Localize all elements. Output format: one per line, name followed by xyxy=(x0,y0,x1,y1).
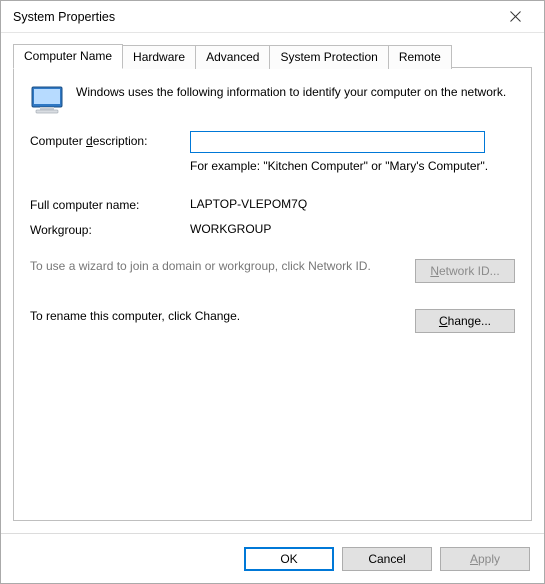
intro-row: Windows uses the following information t… xyxy=(30,84,515,115)
tab-system-protection[interactable]: System Protection xyxy=(269,45,388,69)
network-id-button[interactable]: Network ID... xyxy=(415,259,515,283)
rename-text: To rename this computer, click Change. xyxy=(30,309,415,325)
description-input[interactable] xyxy=(190,131,485,153)
tabstrip: Computer Name Hardware Advanced System P… xyxy=(1,33,544,68)
close-button[interactable] xyxy=(494,3,536,31)
full-computer-name-label: Full computer name: xyxy=(30,195,190,212)
row-full-computer-name: Full computer name: LAPTOP-VLEPOM7Q xyxy=(30,195,515,212)
tab-panel-wrap: Windows uses the following information t… xyxy=(1,68,544,533)
dialog-button-bar: OK Cancel Apply xyxy=(1,533,544,583)
close-icon xyxy=(510,11,521,22)
computer-icon xyxy=(30,85,64,115)
workgroup-value: WORKGROUP xyxy=(190,220,515,236)
row-workgroup: Workgroup: WORKGROUP xyxy=(30,220,515,237)
full-computer-name-value: LAPTOP-VLEPOM7Q xyxy=(190,195,515,211)
row-network-id: To use a wizard to join a domain or work… xyxy=(30,259,515,283)
ok-button[interactable]: OK xyxy=(244,547,334,571)
system-properties-window: System Properties Computer Name Hardware… xyxy=(0,0,545,584)
workgroup-label: Workgroup: xyxy=(30,220,190,237)
titlebar: System Properties xyxy=(1,1,544,33)
intro-text: Windows uses the following information t… xyxy=(76,84,515,100)
apply-button[interactable]: Apply xyxy=(440,547,530,571)
cancel-button[interactable]: Cancel xyxy=(342,547,432,571)
window-title: System Properties xyxy=(13,10,494,24)
network-id-text: To use a wizard to join a domain or work… xyxy=(30,259,415,275)
tab-computer-name[interactable]: Computer Name xyxy=(13,44,123,69)
description-hint: For example: "Kitchen Computer" or "Mary… xyxy=(190,159,515,175)
row-description: Computer description: For example: "Kitc… xyxy=(30,131,515,187)
description-label: Computer description: xyxy=(30,131,190,148)
row-change: To rename this computer, click Change. C… xyxy=(30,309,515,333)
tab-remote[interactable]: Remote xyxy=(388,45,452,69)
computer-name-panel: Windows uses the following information t… xyxy=(13,67,532,521)
tab-hardware[interactable]: Hardware xyxy=(122,45,196,69)
tab-advanced[interactable]: Advanced xyxy=(195,45,270,69)
change-button[interactable]: Change... xyxy=(415,309,515,333)
